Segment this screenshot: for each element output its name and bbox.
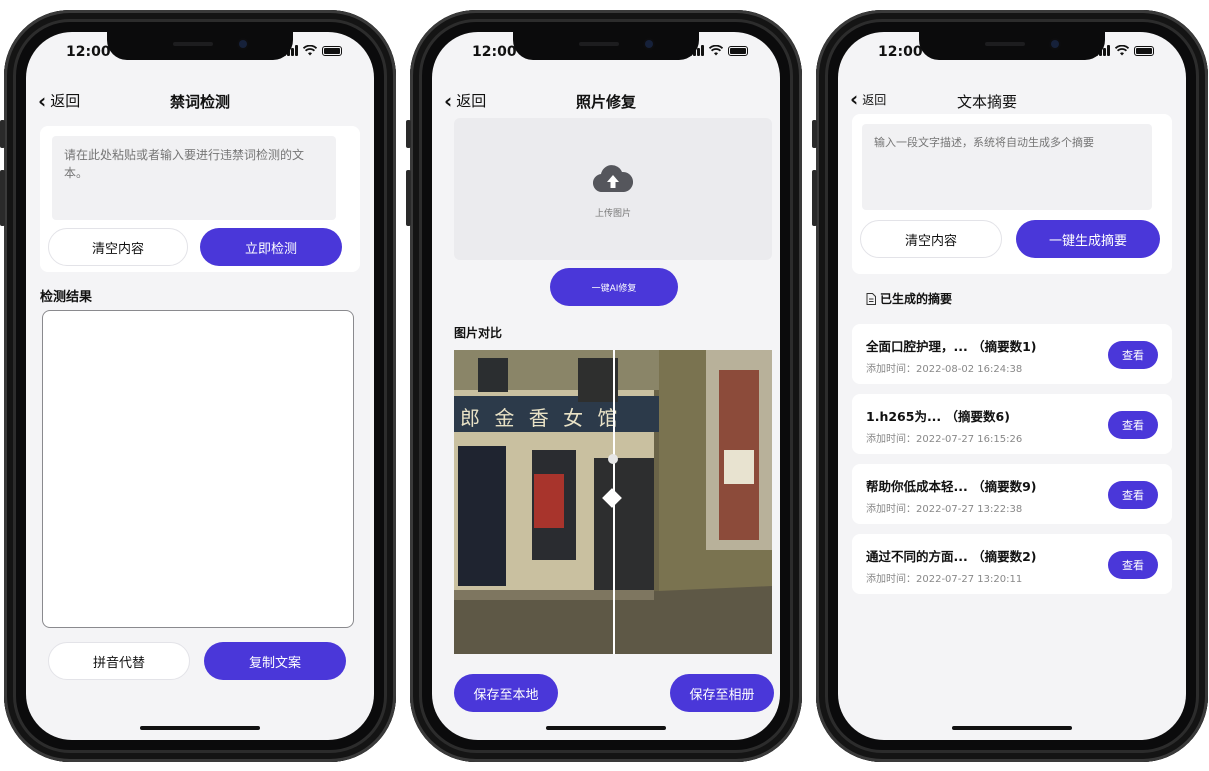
ai-repair-button[interactable]: 一键AI修复 xyxy=(550,268,678,306)
summary-title: 帮助你低成本轻... （摘要数9) xyxy=(866,479,1037,494)
description-input[interactable] xyxy=(862,124,1152,210)
view-button[interactable]: 查看 xyxy=(1108,341,1158,369)
wifi-icon xyxy=(709,45,723,56)
wifi-icon xyxy=(1115,45,1129,56)
side-button xyxy=(812,120,817,148)
nav-bar: ‹ 返回 照片修复 xyxy=(432,86,780,116)
phone-frame-2: 12:00 ‹ 返回 照片修复 上传图片 一键AI修复 图片对比 郎 金 香 女… xyxy=(406,10,802,762)
summary-section-heading: 已生成的摘要 xyxy=(866,290,952,307)
result-heading: 检测结果 xyxy=(40,290,93,305)
upload-label: 上传图片 xyxy=(594,209,631,219)
save-local-button[interactable]: 保存至本地 xyxy=(454,674,558,712)
upload-area[interactable]: 上传图片 xyxy=(454,118,772,260)
pinyin-replace-button[interactable]: 拼音代替 xyxy=(48,642,190,680)
side-button xyxy=(406,170,411,226)
wifi-icon xyxy=(303,45,317,56)
generate-summary-button[interactable]: 一键生成摘要 xyxy=(1016,220,1160,258)
summary-time: 添加时间：2022-07-27 13:22:38 xyxy=(866,504,1023,515)
screen-text-summary: 12:00 ‹返回 文本摘要 清空内容 一键生成摘要 已生成的摘要 全面口腔护理… xyxy=(838,32,1186,740)
battery-icon xyxy=(728,45,748,56)
shop-sign-text: 郎 金 香 女 馆 xyxy=(460,406,622,430)
result-box xyxy=(42,310,354,628)
notch xyxy=(919,32,1105,60)
nav-bar: ‹ 返回 禁词检测 xyxy=(26,86,374,116)
view-button[interactable]: 查看 xyxy=(1108,551,1158,579)
check-button[interactable]: 立即检测 xyxy=(200,228,342,266)
page-title: 照片修复 xyxy=(575,93,636,111)
home-indicator[interactable] xyxy=(952,726,1072,730)
summary-title: 1.h265为... （摘要数6) xyxy=(866,409,1010,424)
input-card: 清空内容 立即检测 xyxy=(40,126,360,272)
notch xyxy=(513,32,699,60)
summary-section-label: 已生成的摘要 xyxy=(880,292,953,306)
home-indicator[interactable] xyxy=(140,726,260,730)
nav-bar: ‹ 返回 文本摘要 xyxy=(838,86,1186,116)
list-item[interactable]: 全面口腔护理，... （摘要数1) 添加时间：2022-08-02 16:24:… xyxy=(852,324,1172,384)
cloud-upload-icon xyxy=(593,165,633,193)
screen-photo-repair: 12:00 ‹ 返回 照片修复 上传图片 一键AI修复 图片对比 郎 金 香 女… xyxy=(432,32,780,740)
phone-frame-3: 12:00 ‹返回 文本摘要 清空内容 一键生成摘要 已生成的摘要 全面口腔护理… xyxy=(812,10,1208,762)
view-button[interactable]: 查看 xyxy=(1108,481,1158,509)
view-button[interactable]: 查看 xyxy=(1108,411,1158,439)
summary-time: 添加时间：2022-08-02 16:24:38 xyxy=(866,364,1023,375)
list-item[interactable]: 通过不同的方面... （摘要数2) 添加时间：2022-07-27 13:20:… xyxy=(852,534,1172,594)
status-time: 12:00 xyxy=(472,44,517,60)
document-icon xyxy=(866,292,876,305)
side-button xyxy=(0,170,5,226)
side-button xyxy=(0,120,5,148)
home-indicator[interactable] xyxy=(546,726,666,730)
copy-text-button[interactable]: 复制文案 xyxy=(204,642,346,680)
clear-button[interactable]: 清空内容 xyxy=(48,228,188,266)
status-time: 12:00 xyxy=(66,44,111,60)
input-card: 清空内容 一键生成摘要 xyxy=(852,114,1172,274)
divider-dot xyxy=(608,454,618,464)
phone-frame-1: 12:00 ‹返回 禁词检测 清空内容 立即检测 检测结果 拼音代替 复制文案 xyxy=(0,10,396,762)
list-item[interactable]: 帮助你低成本轻... （摘要数9) 添加时间：2022-07-27 13:22:… xyxy=(852,464,1172,524)
screen-banned-word-check: 12:00 ‹返回 禁词检测 清空内容 立即检测 检测结果 拼音代替 复制文案 xyxy=(26,32,374,740)
summary-title: 全面口腔护理，... （摘要数1) xyxy=(866,339,1037,354)
list-item[interactable]: 1.h265为... （摘要数6) 添加时间：2022-07-27 16:15:… xyxy=(852,394,1172,454)
notch xyxy=(107,32,293,60)
summary-time: 添加时间：2022-07-27 13:20:11 xyxy=(866,574,1023,585)
text-input[interactable] xyxy=(52,136,336,220)
page-title: 文本摘要 xyxy=(956,93,1017,111)
compare-heading: 图片对比 xyxy=(454,326,503,340)
battery-icon xyxy=(1134,45,1154,56)
save-album-button[interactable]: 保存至相册 xyxy=(670,674,774,712)
battery-icon xyxy=(322,45,342,56)
summary-title: 通过不同的方面... （摘要数2) xyxy=(866,549,1037,564)
clear-button[interactable]: 清空内容 xyxy=(860,220,1002,258)
side-button xyxy=(812,170,817,226)
side-button xyxy=(406,120,411,148)
page-title: 禁词检测 xyxy=(169,93,230,111)
summary-time: 添加时间：2022-07-27 16:15:26 xyxy=(866,434,1023,445)
status-time: 12:00 xyxy=(878,44,923,60)
compare-image[interactable]: 郎 金 香 女 馆 xyxy=(454,350,772,654)
